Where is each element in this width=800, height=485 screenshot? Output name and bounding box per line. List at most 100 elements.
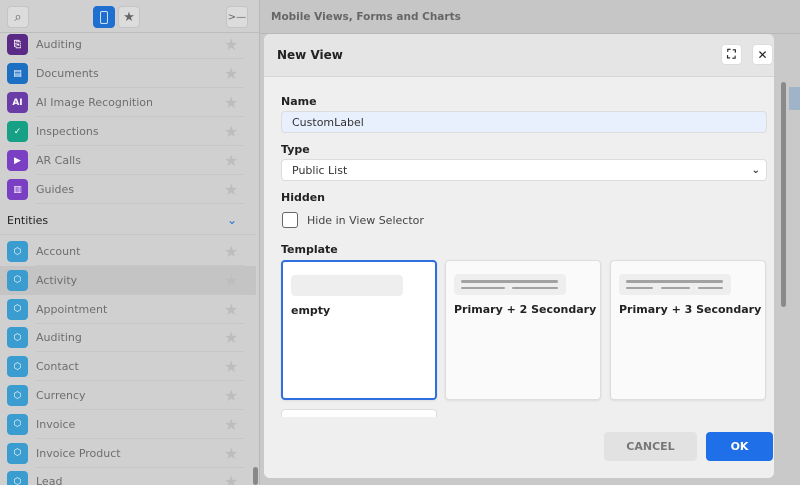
sidebar-item[interactable]: ▤ Documents ★ xyxy=(0,59,256,88)
sidebar-item[interactable]: ▥ Guides ★ xyxy=(0,175,256,204)
hide-in-view-selector-checkbox[interactable] xyxy=(282,212,298,228)
collapse-sidebar-button[interactable]: >— xyxy=(226,6,248,28)
document-icon: ▤ xyxy=(7,63,28,84)
star-icon[interactable]: ★ xyxy=(224,35,238,54)
star-icon[interactable]: ★ xyxy=(224,328,238,347)
check-circle-icon: ✓ xyxy=(7,121,28,142)
sidebar-item-label: Auditing xyxy=(36,331,82,345)
page-title: Mobile Views, Forms and Charts xyxy=(271,11,461,23)
sidebar-item[interactable]: ▶ AR Calls ★ xyxy=(0,146,256,175)
type-label: Type xyxy=(281,143,310,156)
cancel-button[interactable]: CANCEL xyxy=(604,432,697,461)
star-icon[interactable]: ★ xyxy=(224,151,238,170)
dialog-header: New View ⛶ ✕ xyxy=(264,34,774,77)
template-name: empty xyxy=(291,304,331,317)
star-icon[interactable]: ★ xyxy=(224,271,238,290)
type-select[interactable]: Public List ⌄ xyxy=(281,159,767,181)
sidebar-item[interactable]: ⬡ Invoice Product ★ xyxy=(0,439,256,468)
template-label: Template xyxy=(281,243,338,256)
collapse-icon: >— xyxy=(227,11,247,23)
maximize-button[interactable]: ⛶ xyxy=(721,44,742,65)
star-icon[interactable]: ★ xyxy=(224,242,238,261)
divider xyxy=(36,203,244,204)
sidebar-item-label: Contact xyxy=(36,360,79,374)
sidebar-item[interactable]: AI AI Image Recognition ★ xyxy=(0,88,256,117)
sidebar-item[interactable]: ⎘ Auditing ★ xyxy=(0,30,256,59)
mobile-view-button[interactable] xyxy=(93,6,115,28)
star-icon[interactable]: ★ xyxy=(224,415,238,434)
template-preview xyxy=(619,274,731,295)
sidebar-item[interactable]: ✓ Inspections ★ xyxy=(0,117,256,146)
sidebar-item[interactable]: ⬡ Auditing ★ xyxy=(0,323,256,353)
cube-icon: ⬡ xyxy=(7,385,28,406)
template-card-empty[interactable]: empty xyxy=(281,260,437,400)
star-icon[interactable]: ★ xyxy=(224,357,238,376)
star-icon: ★ xyxy=(123,9,135,25)
cube-icon: ⬡ xyxy=(7,471,28,485)
new-view-dialog: New View ⛶ ✕ Name CustomLabel Type Publi… xyxy=(264,34,774,478)
sidebar: ⌕ ★ >— ⎘ Auditing ★ ▤ Documents ★ AI AI Image R… xyxy=(0,0,260,485)
cube-icon: ⬡ xyxy=(7,327,28,349)
sidebar-item-label: Documents xyxy=(36,67,99,80)
section-title: Entities xyxy=(7,213,49,227)
sidebar-item[interactable]: ⬡ Account ★ xyxy=(0,237,256,266)
template-preview xyxy=(291,275,403,296)
template-card-partial[interactable] xyxy=(281,409,437,417)
close-button[interactable]: ✕ xyxy=(752,44,773,65)
sidebar-item[interactable]: ⬡ Currency ★ xyxy=(0,381,256,410)
sidebar-item-label: Lead xyxy=(36,475,63,485)
star-icon[interactable]: ★ xyxy=(224,122,238,141)
chevron-down-icon[interactable]: ⌄ xyxy=(227,213,237,227)
phone-icon xyxy=(100,10,108,24)
star-icon[interactable]: ★ xyxy=(224,472,238,485)
book-icon: ▥ xyxy=(7,179,28,200)
template-preview xyxy=(454,274,566,295)
sidebar-item-label: Auditing xyxy=(36,38,82,51)
sidebar-item-label: Invoice xyxy=(36,417,76,431)
sidebar-item-label: Currency xyxy=(36,389,86,402)
main-header: Mobile Views, Forms and Charts xyxy=(260,0,800,34)
sidebar-item[interactable]: ⬡ Invoice ★ xyxy=(0,410,256,439)
star-icon[interactable]: ★ xyxy=(224,180,238,199)
expand-icon: ⛶ xyxy=(727,47,736,61)
hidden-label: Hidden xyxy=(281,191,326,204)
cube-icon: ⬡ xyxy=(7,413,28,435)
template-card-primary-3-secondary[interactable]: Primary + 3 Secondary xyxy=(610,260,766,400)
cube-icon: ⬡ xyxy=(7,442,28,464)
name-value: CustomLabel xyxy=(292,115,364,129)
dialog-title: New View xyxy=(277,48,343,62)
star-icon[interactable]: ★ xyxy=(224,93,238,112)
dialog-scrollbar[interactable] xyxy=(781,82,786,307)
sidebar-item-label: Account xyxy=(36,245,81,258)
video-icon: ▶ xyxy=(7,150,28,171)
search-button[interactable]: ⌕ xyxy=(7,6,29,28)
sidebar-item[interactable]: ⬡ Activity ★ xyxy=(0,265,256,295)
star-icon[interactable]: ★ xyxy=(224,64,238,83)
sidebar-item-label: Appointment xyxy=(36,302,108,316)
cancel-label: CANCEL xyxy=(626,440,675,453)
ok-label: OK xyxy=(730,440,749,453)
sidebar-scrollbar[interactable] xyxy=(253,467,258,485)
star-icon[interactable]: ★ xyxy=(224,444,238,463)
template-card-primary-2-secondary[interactable]: Primary + 2 Secondary xyxy=(445,260,601,400)
sidebar-item-label: Activity xyxy=(36,273,78,287)
entities-section-header[interactable]: Entities ⌄ xyxy=(0,206,256,235)
star-icon[interactable]: ★ xyxy=(224,300,238,319)
background-row xyxy=(789,87,800,110)
sidebar-item[interactable]: ⬡ Contact ★ xyxy=(0,352,256,382)
sidebar-item[interactable]: ⬡ Appointment ★ xyxy=(0,295,256,324)
template-name: Primary + 3 Secondary xyxy=(619,303,762,316)
sidebar-item-label: AI Image Recognition xyxy=(36,96,153,109)
sidebar-item-label: Inspections xyxy=(36,125,99,138)
star-icon[interactable]: ★ xyxy=(224,386,238,405)
favorites-button[interactable]: ★ xyxy=(118,6,140,28)
type-value: Public List xyxy=(292,163,348,177)
sidebar-item[interactable]: ⬡ Lead ★ xyxy=(0,467,256,485)
sidebar-item-label: Invoice Product xyxy=(36,446,121,460)
sidebar-item-label: AR Calls xyxy=(36,154,81,167)
template-name: Primary + 2 Secondary xyxy=(454,303,597,316)
ok-button[interactable]: OK xyxy=(706,432,773,461)
sidebar-toolbar: ⌕ ★ >— xyxy=(0,0,259,33)
sidebar-item-label: Guides xyxy=(36,183,75,196)
name-input[interactable]: CustomLabel xyxy=(281,111,767,133)
